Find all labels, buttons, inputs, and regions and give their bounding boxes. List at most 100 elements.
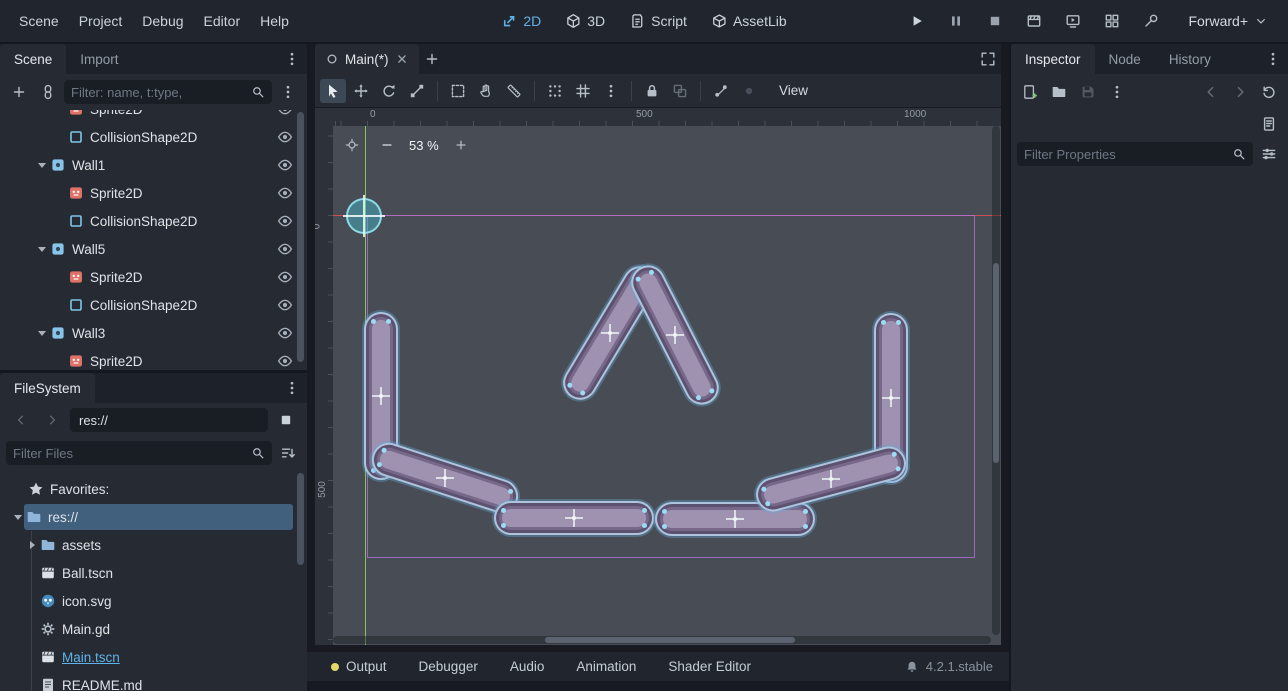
pause-button[interactable] xyxy=(943,9,969,33)
fs-item-main-gd[interactable]: Main.gd xyxy=(0,615,307,643)
visibility-eye-icon[interactable] xyxy=(277,297,293,313)
file-tree-scrollbar[interactable] xyxy=(297,473,304,565)
menu-help[interactable]: Help xyxy=(251,8,298,34)
stop-button[interactable] xyxy=(982,9,1008,33)
expand-arrow-icon[interactable] xyxy=(24,537,40,553)
notification-bell-icon[interactable] xyxy=(905,660,919,674)
node-transform-gizmo-icon[interactable] xyxy=(725,509,745,529)
zoom-level[interactable]: 53 % xyxy=(409,138,439,153)
renderer-tools-button[interactable] xyxy=(1138,9,1164,33)
open-docs-icon[interactable] xyxy=(1256,112,1282,136)
zoom-in-icon[interactable] xyxy=(448,133,474,157)
save-resource-button[interactable] xyxy=(1075,80,1101,104)
scene-node-sprite2d[interactable]: Sprite2D xyxy=(0,179,307,207)
dock-menu-icon[interactable] xyxy=(277,380,307,396)
shape-handle-dot[interactable] xyxy=(642,523,647,528)
rotate-tool-button[interactable] xyxy=(376,79,402,103)
scene-node-sprite2d[interactable]: Sprite2D xyxy=(0,347,307,370)
collapse-arrow-icon[interactable] xyxy=(10,509,26,525)
visibility-eye-icon[interactable] xyxy=(277,157,293,173)
center-view-icon[interactable] xyxy=(339,133,365,157)
shape-handle-dot[interactable] xyxy=(662,524,667,529)
scene-tab-main[interactable]: Main(*) xyxy=(315,44,419,74)
menu-editor[interactable]: Editor xyxy=(195,8,250,34)
file-filter-input[interactable] xyxy=(13,446,247,461)
menu-scene[interactable]: Scene xyxy=(10,8,68,34)
scene-tree-scrollbar[interactable] xyxy=(297,112,304,362)
canvas-hscrollbar[interactable] xyxy=(333,636,991,644)
shape-handle-dot[interactable] xyxy=(803,524,808,529)
scene-filter-box[interactable] xyxy=(64,80,272,104)
visibility-eye-icon[interactable] xyxy=(277,269,293,285)
visibility-eye-icon[interactable] xyxy=(277,241,293,257)
fs-item-ball-tscn[interactable]: Ball.tscn xyxy=(0,559,307,587)
menu-debug[interactable]: Debug xyxy=(133,8,192,34)
origin-gizmo[interactable] xyxy=(346,198,382,234)
collapse-arrow-icon[interactable] xyxy=(34,325,50,341)
visibility-eye-icon[interactable] xyxy=(277,110,293,117)
unlock-button[interactable] xyxy=(667,79,693,103)
nav-forward-icon[interactable] xyxy=(39,408,65,432)
hscroll-thumb[interactable] xyxy=(545,637,795,643)
visibility-eye-icon[interactable] xyxy=(277,325,293,341)
nav-back-icon[interactable] xyxy=(8,408,34,432)
history-back-icon[interactable] xyxy=(1198,80,1224,104)
shape-handle-dot[interactable] xyxy=(803,509,808,514)
shape-handle-dot[interactable] xyxy=(709,387,716,394)
node-transform-gizmo-icon[interactable] xyxy=(564,508,584,528)
scene-node-collisionshape2d[interactable]: CollisionShape2D xyxy=(0,207,307,235)
zoom-out-icon[interactable] xyxy=(374,133,400,157)
scene-filter-input[interactable] xyxy=(71,85,247,100)
shape-handle-dot[interactable] xyxy=(501,508,506,513)
view-menu-button[interactable]: View xyxy=(768,80,819,101)
shape-handle-dot[interactable] xyxy=(376,461,382,467)
lock-button[interactable] xyxy=(639,79,665,103)
scene-node-wall1[interactable]: Wall1 xyxy=(0,151,307,179)
node-transform-gizmo-icon[interactable] xyxy=(371,386,391,406)
resource-menu-button[interactable] xyxy=(1104,80,1130,104)
add-node-button[interactable] xyxy=(6,80,32,104)
scene-node-wall3[interactable]: Wall3 xyxy=(0,319,307,347)
2d-viewport-canvas[interactable]: 53 % xyxy=(333,126,1001,645)
object-history-icon[interactable] xyxy=(1256,80,1282,104)
scene-node-collisionshape2d[interactable]: CollisionShape2D xyxy=(0,291,307,319)
shape-handle-dot[interactable] xyxy=(386,319,391,324)
fs-item-assets[interactable]: assets xyxy=(0,531,307,559)
new-scene-tab-button[interactable] xyxy=(419,47,445,71)
fs-item-res[interactable]: res:// xyxy=(0,503,307,531)
scale-tool-button[interactable] xyxy=(404,79,430,103)
renderer-select[interactable]: Forward+ xyxy=(1180,9,1276,33)
node-transform-gizmo-icon[interactable] xyxy=(435,468,455,488)
grid-snap-button[interactable] xyxy=(570,79,596,103)
bottom-panel-debugger[interactable]: Debugger xyxy=(419,659,478,674)
sort-files-icon[interactable] xyxy=(275,441,301,465)
workspace-3d[interactable]: 3D xyxy=(555,8,615,34)
select-tool-button[interactable] xyxy=(320,79,346,103)
workspace-assetlib[interactable]: AssetLib xyxy=(701,8,797,34)
tab-node[interactable]: Node xyxy=(1095,44,1155,74)
node-transform-gizmo-icon[interactable] xyxy=(881,388,901,408)
movie-maker-button[interactable] xyxy=(1021,9,1047,33)
visibility-eye-icon[interactable] xyxy=(277,129,293,145)
vscroll-thumb[interactable] xyxy=(993,263,999,463)
shape-handle-dot[interactable] xyxy=(896,320,901,325)
shape-handle-dot[interactable] xyxy=(662,509,667,514)
shape-handle-dot[interactable] xyxy=(507,488,513,494)
shape-handle-dot[interactable] xyxy=(501,523,506,528)
move-tool-button[interactable] xyxy=(348,79,374,103)
current-path-field[interactable]: res:// xyxy=(70,408,268,432)
canvas-vscrollbar[interactable] xyxy=(992,126,1000,635)
bone-button[interactable] xyxy=(708,79,734,103)
shape-handle-dot[interactable] xyxy=(642,508,647,513)
tab-scene[interactable]: Scene xyxy=(0,44,66,74)
fs-item-icon-svg[interactable]: icon.svg xyxy=(0,587,307,615)
scene-node-sprite2d[interactable]: Sprite2D xyxy=(0,110,307,123)
collapse-arrow-icon[interactable] xyxy=(34,241,50,257)
scene-extra-menu-button[interactable] xyxy=(275,80,301,104)
visibility-eye-icon[interactable] xyxy=(277,353,293,369)
file-filter-box[interactable] xyxy=(6,441,272,465)
tab-import[interactable]: Import xyxy=(66,44,132,74)
menu-project[interactable]: Project xyxy=(70,8,132,34)
shape-handle-dot[interactable] xyxy=(895,466,901,472)
bottom-panel-audio[interactable]: Audio xyxy=(510,659,545,674)
